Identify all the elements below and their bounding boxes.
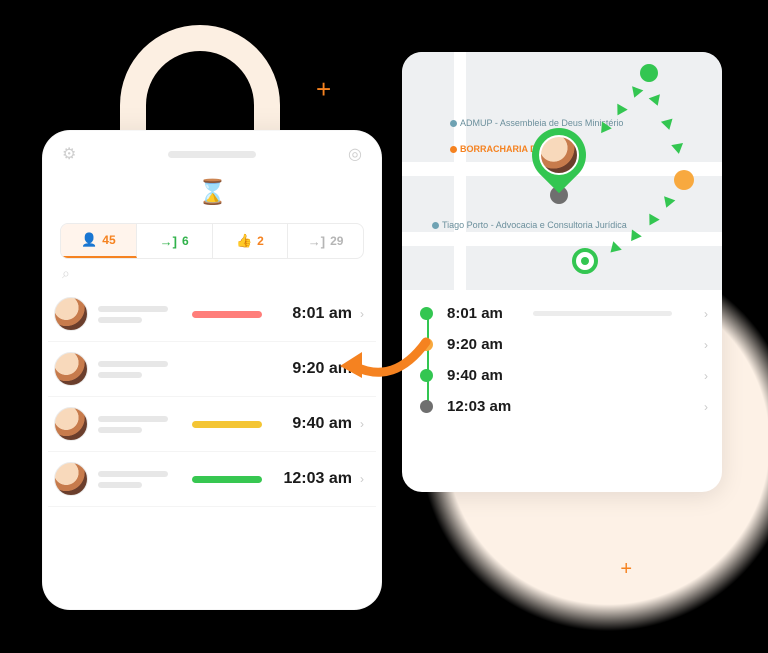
tab-entered[interactable]: →] 6 [137,224,213,258]
thumb-icon: 👍 [236,233,252,249]
pin-icon [432,222,439,229]
route-arrow-icon [671,143,685,155]
user-location-pin[interactable] [532,128,586,182]
avatar [539,135,579,175]
route-current-ring [572,248,598,274]
gear-icon[interactable]: ⚙ [62,144,76,164]
time-label: 12:03 am [447,398,525,415]
route-stop-dot [674,170,694,190]
chevron-right-icon: › [704,400,714,414]
timeline-item[interactable]: 9:20 am › [420,329,714,360]
tab-exited[interactable]: →] 29 [288,224,363,258]
name-placeholder [98,416,168,433]
time-label: 9:40 am [274,415,352,433]
status-pill [192,476,262,483]
phone-notch [168,151,256,158]
map-road [402,232,722,246]
timeline-list: 8:01 am › 9:20 am › 9:40 am › 12:03 am › [402,290,722,434]
list-item[interactable]: 9:40 am › [48,397,376,452]
name-placeholder [98,471,168,488]
employee-list-panel: ⚙ ◎ ⌛ 👤 45 →] 6 👍 2 →] 29 8:01 am › [42,130,382,610]
map-view[interactable]: ADMUP - Assembleia de Deus Ministério BO… [402,52,722,290]
route-arrow-icon [629,86,644,100]
list-item[interactable]: 9:20 am › [48,342,376,397]
status-tabs: 👤 45 →] 6 👍 2 →] 29 [60,223,364,259]
tab-approved[interactable]: 👍 2 [213,224,289,258]
map-timeline-panel: ADMUP - Assembleia de Deus Ministério BO… [402,52,722,492]
route-arrow-icon [649,94,664,108]
time-label: 12:03 am [274,470,352,488]
route-arrow-icon [644,214,659,229]
timeline-item[interactable]: 9:40 am › [420,360,714,391]
status-pill [192,311,262,318]
map-poi-label: Tiago Porto - Advocacia e Consultoria Ju… [432,220,627,230]
plus-icon: + [620,558,632,581]
search-input[interactable] [60,269,364,281]
time-label: 8:01 am [447,305,525,322]
employee-list: 8:01 am › 9:20 am › 9:40 am › 12:03 am › [48,287,376,507]
chevron-right-icon: › [360,472,364,486]
time-label: 9:40 am [447,367,525,384]
exit-icon: →] [308,234,325,249]
list-item[interactable]: 12:03 am › [48,452,376,507]
tab-count: 6 [182,234,189,248]
chevron-right-icon: › [360,307,364,321]
avatar [54,462,88,496]
tab-count: 45 [102,233,115,247]
name-placeholder [98,306,168,323]
map-road [454,52,466,290]
status-pill [192,366,262,373]
list-item[interactable]: 8:01 am › [48,287,376,342]
enter-icon: →] [160,234,177,249]
avatar [54,297,88,331]
avatar [54,407,88,441]
connection-arrow-icon [334,330,434,400]
chevron-right-icon: › [704,307,714,321]
tab-count: 29 [330,234,343,248]
route-arrow-icon [661,196,676,210]
tab-present[interactable]: 👤 45 [61,224,137,258]
person-icon: 👤 [81,232,97,248]
app-logo-icon: ⌛ [42,178,382,207]
chevron-right-icon: › [704,369,714,383]
route-start-dot [640,64,658,82]
tab-count: 2 [257,234,264,248]
timeline-item[interactable]: 12:03 am › [420,391,714,422]
pin-icon [450,120,457,127]
target-icon[interactable]: ◎ [348,144,362,164]
avatar [54,352,88,386]
timeline-dot [420,400,433,413]
route-arrow-icon [661,119,675,132]
status-pill [192,421,262,428]
chevron-right-icon: › [704,338,714,352]
name-placeholder [98,361,168,378]
timeline-item[interactable]: 8:01 am › [420,298,714,329]
chevron-right-icon: › [360,417,364,431]
time-label: 8:01 am [274,305,352,323]
pin-icon [450,146,457,153]
progress-placeholder [533,311,696,316]
plus-icon: + [316,74,331,105]
time-label: 9:20 am [447,336,525,353]
route-arrow-icon [612,104,627,119]
timeline-dot [420,307,433,320]
